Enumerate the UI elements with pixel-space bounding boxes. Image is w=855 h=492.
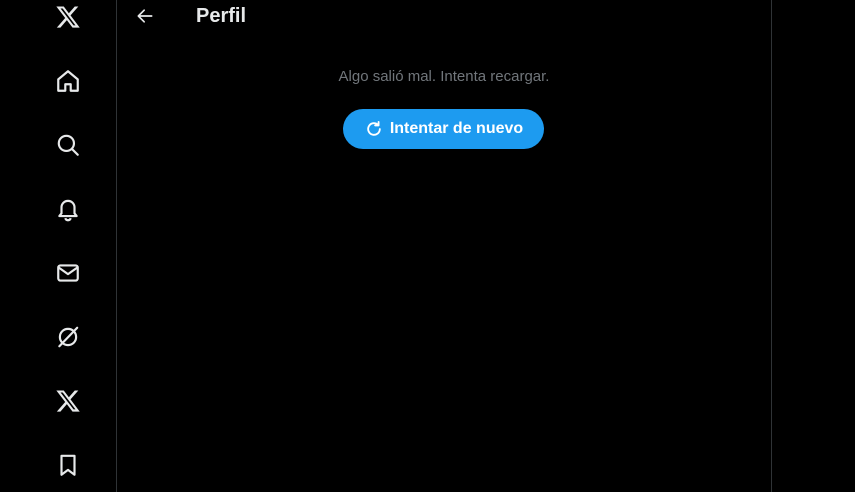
back-button[interactable]	[129, 0, 161, 32]
retry-button-label: Intentar de nuevo	[389, 120, 524, 137]
error-message: Algo salió mal. Intenta recargar.	[338, 68, 550, 85]
bookmark-icon	[60, 454, 76, 476]
app-window: Perfil Algo salió mal. Intenta recargar.…	[0, 0, 855, 492]
sidebar-item-explore[interactable]	[43, 120, 93, 170]
envelope-icon	[57, 264, 79, 282]
column-divider-right	[771, 0, 772, 492]
page-title: Perfil	[196, 5, 247, 27]
grok-icon	[58, 326, 79, 348]
sidebar-item-notifications[interactable]	[43, 184, 93, 234]
x-logo-icon-svg	[56, 6, 80, 28]
home-icon	[57, 70, 79, 92]
sidebar-item-premium[interactable]	[43, 376, 93, 426]
sidebar-item-messages[interactable]	[43, 248, 93, 298]
sidebar-item-bookmarks[interactable]	[43, 440, 93, 490]
retry-button[interactable]: Intentar de nuevo	[343, 109, 544, 149]
x-premium-icon	[56, 390, 80, 412]
back-arrow-icon	[137, 9, 153, 23]
page-header: Perfil	[117, 0, 771, 36]
sidebar-item-home[interactable]	[43, 56, 93, 106]
sidebar-nav	[0, 0, 117, 492]
sidebar-item-grok[interactable]	[43, 312, 93, 362]
main-column: Perfil Algo salió mal. Intenta recargar.…	[117, 0, 771, 492]
x-logo-icon[interactable]	[43, 0, 93, 42]
bell-icon	[58, 199, 78, 222]
refresh-icon	[367, 121, 381, 136]
search-icon	[57, 134, 79, 156]
